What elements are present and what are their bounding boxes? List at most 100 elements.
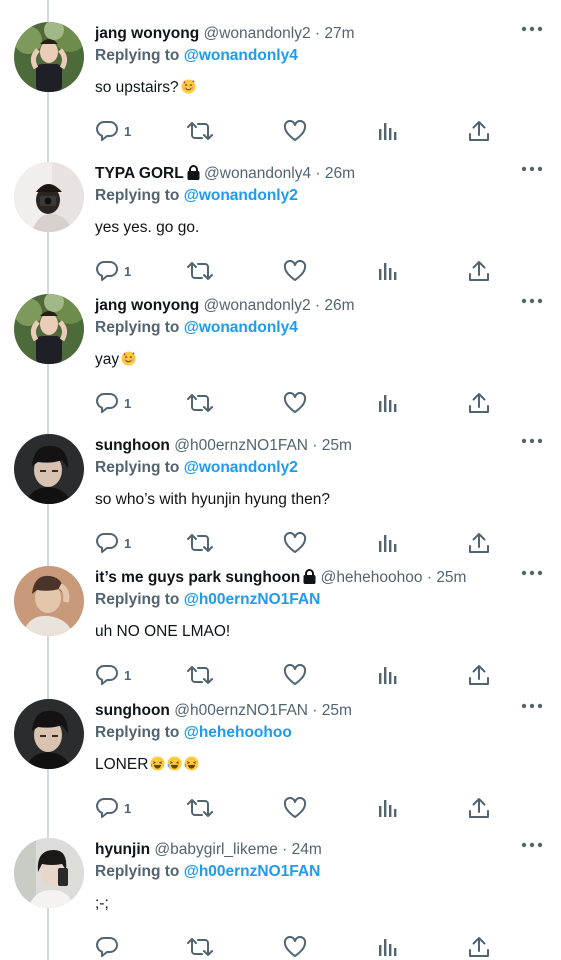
reply-button[interactable]: 1	[95, 530, 131, 556]
retweet-button[interactable]	[187, 795, 213, 821]
tweet-text-content: yes yes. go go.	[95, 219, 200, 236]
timestamp[interactable]: 27m	[324, 25, 354, 42]
reply-button[interactable]: 1	[95, 390, 131, 416]
replying-to: Replying to @wonandonly2	[95, 186, 298, 205]
views-button[interactable]	[377, 795, 397, 821]
display-name[interactable]: jang wonyong	[95, 25, 199, 42]
retweet-button[interactable]	[187, 662, 213, 688]
replying-to-handle[interactable]: @h00ernzNO1FAN	[184, 591, 321, 608]
views-button[interactable]	[377, 662, 397, 688]
display-name[interactable]: it’s me guys park sunghoon	[95, 569, 300, 586]
reply-button[interactable]: 1	[95, 795, 131, 821]
avatar[interactable]	[14, 162, 84, 232]
retweet-icon	[187, 532, 213, 554]
timestamp[interactable]: 24m	[292, 841, 322, 858]
avatar[interactable]	[14, 566, 84, 636]
replying-to-label: Replying to	[95, 187, 180, 204]
reply-button[interactable]: 1	[95, 662, 131, 688]
reply-button[interactable]: 1	[95, 258, 131, 284]
views-button[interactable]	[377, 390, 397, 416]
more-icon[interactable]	[521, 162, 543, 176]
reply-button[interactable]	[95, 934, 124, 960]
replying-to-handle[interactable]: @hehehoohoo	[184, 724, 292, 741]
share-button[interactable]	[468, 258, 490, 284]
replying-to-label: Replying to	[95, 591, 180, 608]
share-button[interactable]	[468, 934, 490, 960]
display-name[interactable]: hyunjin	[95, 841, 150, 858]
avatar[interactable]	[14, 838, 84, 908]
share-button[interactable]	[468, 530, 490, 556]
views-icon	[377, 665, 397, 685]
replying-to-handle[interactable]: @wonandonly2	[184, 459, 298, 476]
more-icon[interactable]	[521, 294, 543, 308]
user-handle[interactable]: @h00ernzNO1FAN	[174, 437, 308, 454]
user-handle[interactable]: @babygirl_likeme	[154, 841, 277, 858]
replying-to: Replying to @hehehoohoo	[95, 723, 292, 742]
replying-to: Replying to @wonandonly4	[95, 46, 298, 65]
reply-button[interactable]: 1	[95, 118, 131, 144]
share-button[interactable]	[468, 662, 490, 688]
timestamp[interactable]: 25m	[322, 702, 352, 719]
replying-to: Replying to @h00ernzNO1FAN	[95, 590, 320, 609]
views-button[interactable]	[377, 530, 397, 556]
like-button[interactable]	[283, 390, 307, 416]
display-name[interactable]: TYPA GORL	[95, 165, 184, 182]
avatar[interactable]	[14, 294, 84, 364]
more-icon[interactable]	[521, 566, 543, 580]
views-button[interactable]	[377, 934, 397, 960]
replying-to-handle[interactable]: @wonandonly4	[184, 47, 298, 64]
share-button[interactable]	[468, 795, 490, 821]
more-icon[interactable]	[521, 699, 543, 713]
retweet-button[interactable]	[187, 390, 213, 416]
retweet-button[interactable]	[187, 118, 213, 144]
reply-count: 1	[124, 667, 132, 683]
share-icon	[468, 532, 490, 554]
tweet-text-content: so upstairs?	[95, 79, 179, 96]
like-button[interactable]	[283, 934, 307, 960]
reply-icon	[95, 532, 119, 554]
replying-to-handle[interactable]: @h00ernzNO1FAN	[184, 863, 321, 880]
like-icon	[283, 392, 307, 414]
replying-to-handle[interactable]: @wonandonly2	[184, 187, 298, 204]
views-button[interactable]	[377, 118, 397, 144]
user-handle[interactable]: @wonandonly2	[204, 25, 311, 42]
avatar[interactable]	[14, 434, 84, 504]
separator: ·	[277, 841, 292, 858]
more-icon[interactable]	[521, 838, 543, 852]
retweet-button[interactable]	[187, 530, 213, 556]
user-handle[interactable]: @hehehoohoo	[321, 569, 423, 586]
like-button[interactable]	[283, 662, 307, 688]
share-button[interactable]	[468, 390, 490, 416]
user-handle[interactable]: @wonandonly4	[204, 165, 311, 182]
avatar[interactable]	[14, 22, 84, 92]
more-icon[interactable]	[521, 434, 543, 448]
timestamp[interactable]: 26m	[324, 297, 354, 314]
replying-to-handle[interactable]: @wonandonly4	[184, 319, 298, 336]
retweet-icon	[187, 392, 213, 414]
replying-to-label: Replying to	[95, 724, 180, 741]
like-button[interactable]	[283, 258, 307, 284]
user-handle[interactable]: @wonandonly2	[204, 297, 311, 314]
timestamp[interactable]: 25m	[322, 437, 352, 454]
retweet-button[interactable]	[187, 934, 213, 960]
display-name[interactable]: jang wonyong	[95, 297, 199, 314]
share-button[interactable]	[468, 118, 490, 144]
tweet-header: hyunjin @babygirl_likeme · 24m	[95, 840, 322, 859]
avatar[interactable]	[14, 699, 84, 769]
more-icon[interactable]	[521, 22, 543, 36]
like-button[interactable]	[283, 118, 307, 144]
display-name[interactable]: sunghoon	[95, 702, 170, 719]
views-button[interactable]	[377, 258, 397, 284]
timestamp[interactable]: 26m	[325, 165, 355, 182]
views-icon	[377, 533, 397, 553]
separator: ·	[307, 702, 322, 719]
like-button[interactable]	[283, 530, 307, 556]
user-handle[interactable]: @h00ernzNO1FAN	[174, 702, 308, 719]
timestamp[interactable]: 25m	[436, 569, 466, 586]
separator: ·	[307, 437, 322, 454]
retweet-button[interactable]	[187, 258, 213, 284]
display-name[interactable]: sunghoon	[95, 437, 170, 454]
share-icon	[468, 260, 490, 282]
like-button[interactable]	[283, 795, 307, 821]
tweet-text: yes yes. go go.	[95, 218, 199, 238]
